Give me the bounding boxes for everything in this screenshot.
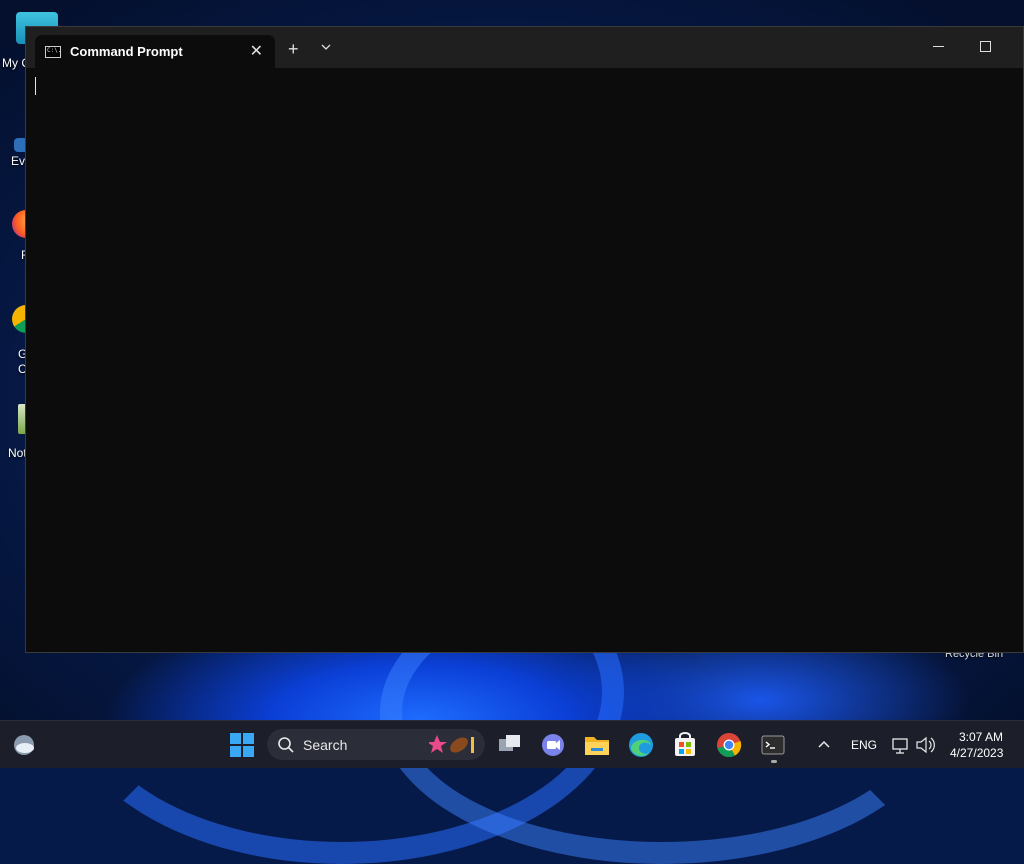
maximize-button[interactable] — [976, 35, 996, 55]
window-titlebar[interactable]: C:\. Command Prompt ✕ + — [26, 27, 1023, 68]
search-highlight-icon — [429, 735, 474, 753]
tab-close-button[interactable]: ✕ — [250, 41, 263, 61]
chrome-button[interactable] — [713, 729, 745, 761]
folder-icon — [585, 737, 609, 755]
edge-icon — [629, 733, 653, 757]
weather-cloud-icon — [14, 735, 34, 755]
tab-title: Command Prompt — [70, 44, 183, 59]
widgets-button[interactable] — [8, 729, 40, 761]
clock-time[interactable]: 3:07 AM — [959, 730, 1003, 744]
task-view-button[interactable] — [494, 729, 526, 761]
teams-chat-button[interactable] — [537, 729, 569, 761]
tab-dropdown-button[interactable] — [319, 40, 333, 54]
command-prompt-icon: C:\. — [45, 46, 61, 58]
network-icon — [892, 738, 908, 754]
task-view-icon — [499, 735, 520, 751]
taskbar-search-input[interactable]: Search — [267, 729, 485, 760]
terminal-body[interactable] — [26, 68, 1023, 652]
windows-logo-icon — [230, 733, 254, 757]
language-indicator[interactable]: ENG — [851, 738, 877, 752]
speaker-icon — [916, 736, 935, 754]
file-explorer-button[interactable] — [581, 729, 613, 761]
text-cursor — [35, 77, 36, 95]
taskbar: Search ENG 3:07 AM 4/27/2023 — [0, 720, 1024, 768]
chevron-up-icon — [818, 740, 830, 748]
show-hidden-icons-button[interactable] — [812, 729, 836, 761]
tab-command-prompt[interactable]: C:\. Command Prompt ✕ — [35, 35, 275, 68]
store-button[interactable] — [669, 729, 701, 761]
chevron-down-icon — [321, 44, 331, 50]
volume-button[interactable] — [914, 729, 936, 761]
clock-date[interactable]: 4/27/2023 — [950, 746, 1003, 760]
teams-chat-icon — [542, 734, 564, 756]
active-app-indicator — [771, 760, 777, 763]
start-button[interactable] — [226, 729, 258, 761]
search-placeholder: Search — [303, 737, 348, 753]
minimize-button[interactable] — [929, 35, 949, 55]
store-icon — [675, 732, 695, 756]
terminal-taskbar-button[interactable] — [757, 729, 789, 761]
command-prompt-icon-text: C:\. — [47, 47, 62, 54]
chrome-icon — [717, 733, 742, 758]
edge-button[interactable] — [625, 729, 657, 761]
network-button[interactable] — [890, 729, 912, 761]
new-tab-button[interactable]: + — [288, 40, 299, 58]
terminal-icon — [761, 735, 785, 755]
search-icon — [278, 737, 294, 753]
terminal-window[interactable]: C:\. Command Prompt ✕ + — [25, 26, 1024, 653]
